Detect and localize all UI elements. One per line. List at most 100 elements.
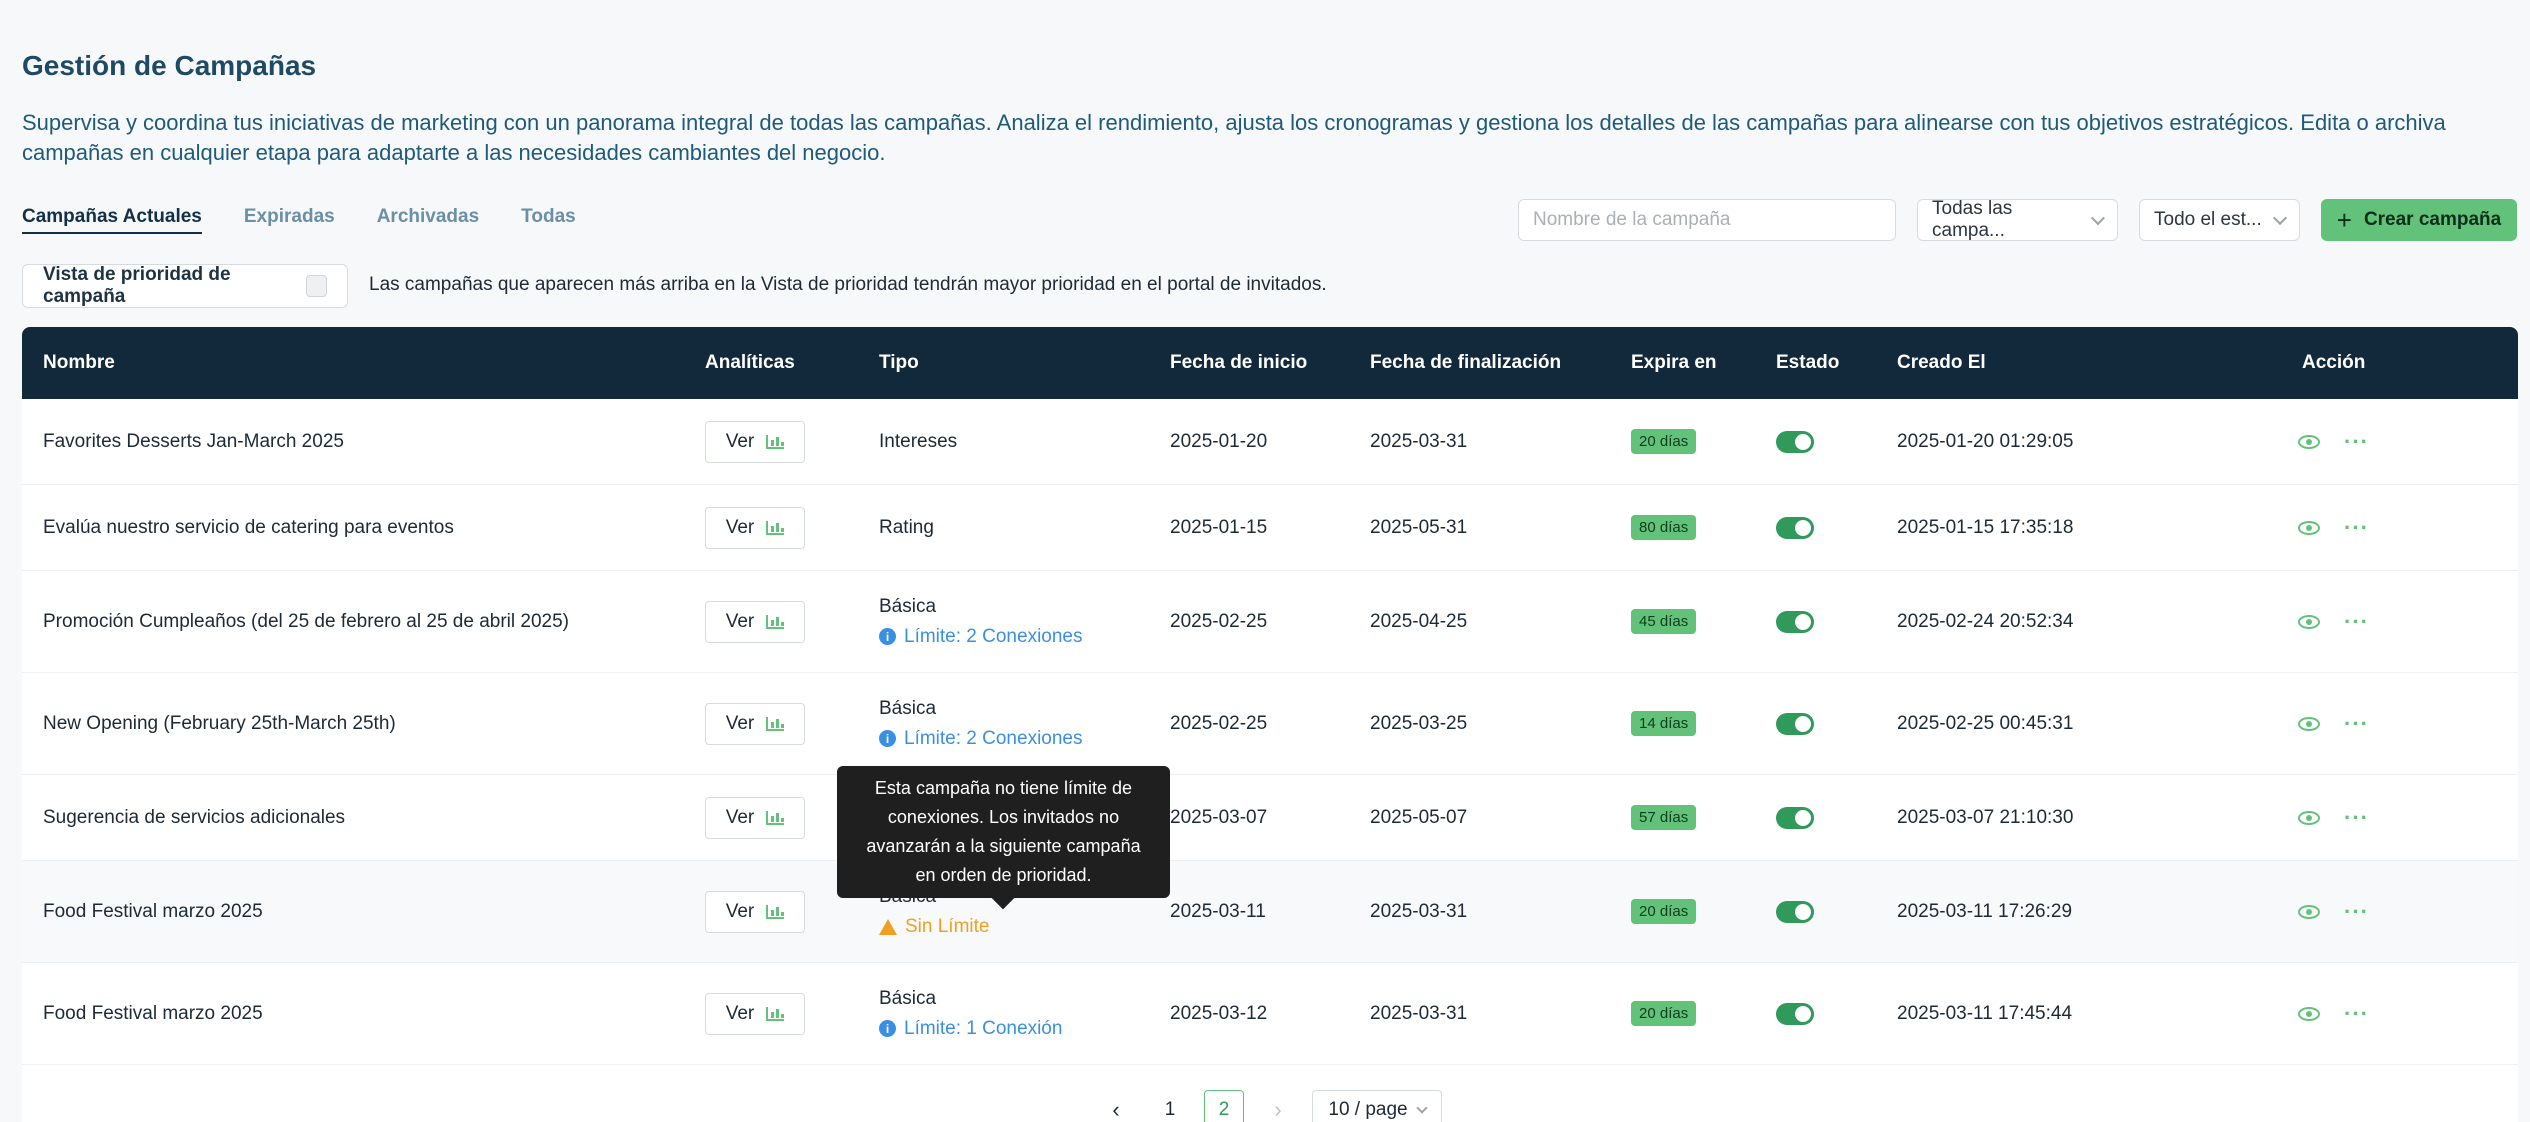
warning-icon <box>879 918 897 935</box>
next-page-icon[interactable]: › <box>1258 1090 1298 1122</box>
campaign-type: Intereses <box>879 430 958 452</box>
created-at: 2025-03-07 21:10:30 <box>1897 806 2074 828</box>
table-row: Food Festival marzo 2025 Ver Básica Sin … <box>22 861 2518 963</box>
prev-page-icon[interactable]: ‹ <box>1096 1090 1136 1122</box>
status-toggle[interactable] <box>1776 806 1814 829</box>
tab-bar: Campañas Actuales Expiradas Archivadas T… <box>22 206 618 234</box>
more-options-icon[interactable]: ··· <box>2344 900 2369 923</box>
view-label: Ver <box>725 900 755 922</box>
priority-note: Las campañas que aparecen más arriba en … <box>369 274 1327 295</box>
table-row: Promoción Cumpleaños (del 25 de febrero … <box>22 571 2518 673</box>
header-start-date[interactable]: Fecha de inicio <box>1170 327 1307 399</box>
tab-all[interactable]: Todas <box>521 206 576 234</box>
campaign-name: New Opening (February 25th-March 25th) <box>43 712 396 734</box>
table-header: Nombre Analíticas Tipo Fecha de inicio F… <box>22 327 2518 399</box>
eye-icon[interactable] <box>2298 1006 2320 1021</box>
create-campaign-button[interactable]: + Crear campaña <box>2321 199 2517 241</box>
start-date: 2025-03-12 <box>1170 1002 1268 1024</box>
status-toggle[interactable] <box>1776 516 1814 539</box>
more-options-icon[interactable]: ··· <box>2344 1002 2369 1025</box>
chevron-down-icon <box>1415 1102 1428 1114</box>
tab-expired[interactable]: Expiradas <box>244 206 335 234</box>
page-button[interactable]: 1 <box>1150 1090 1190 1122</box>
status-toggle[interactable] <box>1776 610 1814 633</box>
campaign-type: Básica <box>879 595 937 617</box>
view-analytics-button[interactable]: Ver <box>705 796 805 839</box>
chevron-down-icon <box>2091 210 2106 225</box>
view-analytics-button[interactable]: Ver <box>705 992 805 1035</box>
eye-icon[interactable] <box>2298 434 2320 449</box>
view-analytics-button[interactable]: Ver <box>705 890 805 933</box>
more-options-icon[interactable]: ··· <box>2344 610 2369 633</box>
priority-view-checkbox[interactable] <box>305 275 327 297</box>
start-date: 2025-03-11 <box>1170 900 1266 922</box>
bar-chart-icon <box>766 434 785 449</box>
header-analytics: Analíticas <box>705 352 795 373</box>
campaign-type: Básica <box>879 697 937 719</box>
campaign-type: Rating <box>879 516 934 538</box>
start-date: 2025-03-07 <box>1170 806 1268 828</box>
eye-icon[interactable] <box>2298 520 2320 535</box>
info-icon: i <box>879 1020 896 1037</box>
table-row: Evalúa nuestro servicio de catering para… <box>22 485 2518 571</box>
status-toggle[interactable] <box>1776 712 1814 735</box>
view-analytics-button[interactable]: Ver <box>705 600 805 643</box>
view-analytics-button[interactable]: Ver <box>705 702 805 745</box>
view-analytics-button[interactable]: Ver <box>705 506 805 549</box>
status-toggle[interactable] <box>1776 900 1814 923</box>
created-at: 2025-02-24 20:52:34 <box>1897 610 2074 632</box>
expires-badge: 20 días <box>1631 899 1697 924</box>
page-size-select[interactable]: 10 / page <box>1312 1090 1442 1122</box>
expires-badge: 20 días <box>1631 1001 1697 1026</box>
campaign-name: Sugerencia de servicios adicionales <box>43 806 346 828</box>
view-label: Ver <box>725 712 755 734</box>
priority-view-toggle[interactable]: Vista de prioridad de campaña <box>22 264 348 308</box>
table-row: Food Festival marzo 2025 Ver Básica i Lím… <box>22 963 2518 1065</box>
header-name[interactable]: Nombre <box>43 327 115 399</box>
tab-archived[interactable]: Archivadas <box>377 206 479 234</box>
view-label: Ver <box>725 430 755 452</box>
info-icon: i <box>879 628 896 645</box>
campaign-name: Evalúa nuestro servicio de catering para… <box>43 516 454 538</box>
status-filter-select[interactable]: Todo el est... <box>2139 199 2300 241</box>
eye-icon[interactable] <box>2298 810 2320 825</box>
tab-current[interactable]: Campañas Actuales <box>22 206 202 234</box>
connection-limit[interactable]: i Límite: 2 Conexiones <box>879 728 1083 750</box>
expires-badge: 20 días <box>1631 429 1697 454</box>
eye-icon[interactable] <box>2298 716 2320 731</box>
limit-label: Límite: 1 Conexión <box>904 1017 1063 1039</box>
start-date: 2025-01-15 <box>1170 516 1268 538</box>
chevron-down-icon <box>2272 210 2288 225</box>
bar-chart-icon <box>766 614 785 629</box>
header-created-at[interactable]: Creado El <box>1897 327 1986 399</box>
page-button-current[interactable]: 2 <box>1204 1090 1244 1122</box>
more-options-icon[interactable]: ··· <box>2344 516 2369 539</box>
no-limit-indicator[interactable]: Sin Límite <box>879 916 989 938</box>
campaign-name: Food Festival marzo 2025 <box>43 900 263 922</box>
created-at: 2025-02-25 00:45:31 <box>1897 712 2074 734</box>
header-end-date[interactable]: Fecha de finalización <box>1370 327 1561 399</box>
table-row: Sugerencia de servicios adicionales Ver … <box>22 775 2518 861</box>
status-toggle[interactable] <box>1776 1002 1814 1025</box>
campaign-search-input[interactable] <box>1518 199 1896 241</box>
start-date: 2025-02-25 <box>1170 712 1268 734</box>
more-options-icon[interactable]: ··· <box>2344 806 2369 829</box>
eye-icon[interactable] <box>2298 614 2320 629</box>
eye-icon[interactable] <box>2298 904 2320 919</box>
bar-chart-icon <box>766 716 785 731</box>
plus-icon: + <box>2336 205 2352 235</box>
connection-limit[interactable]: i Límite: 2 Conexiones <box>879 626 1083 648</box>
table-row: Favorites Desserts Jan-March 2025 Ver In… <box>22 399 2518 485</box>
priority-view-label: Vista de prioridad de campaña <box>43 264 231 307</box>
header-expires-in[interactable]: Expira en <box>1631 327 1717 399</box>
type-filter-select[interactable]: Todas las campa... <box>1917 198 2118 241</box>
connection-limit[interactable]: i Límite: 1 Conexión <box>879 1018 1062 1040</box>
created-at: 2025-03-11 17:26:29 <box>1897 900 2073 922</box>
view-analytics-button[interactable]: Ver <box>705 420 805 463</box>
more-options-icon[interactable]: ··· <box>2344 712 2369 735</box>
status-toggle[interactable] <box>1776 430 1814 453</box>
page-description: Supervisa y coordina tus iniciativas de … <box>22 110 2446 165</box>
bar-chart-icon <box>766 904 785 919</box>
no-limit-label: Sin Límite <box>905 915 990 937</box>
more-options-icon[interactable]: ··· <box>2344 430 2369 453</box>
